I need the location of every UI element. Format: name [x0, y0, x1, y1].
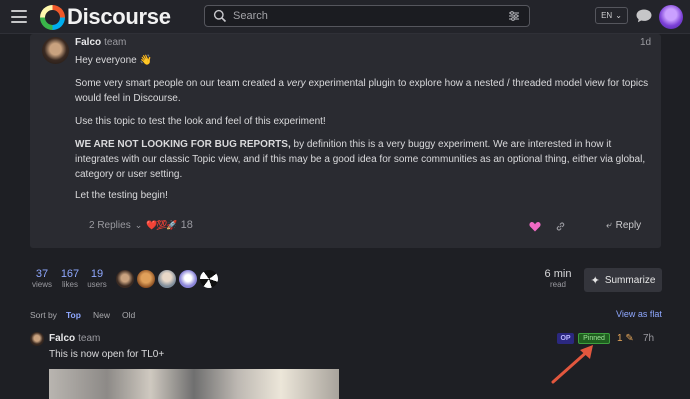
replies-toggle[interactable]: 2 Replies ⌄: [89, 220, 142, 231]
read-time: 6 min read: [541, 268, 575, 289]
sparkle-icon: ✦: [590, 274, 600, 287]
participant-avatar[interactable]: [116, 270, 134, 288]
author-name: Falco: [75, 37, 102, 48]
reply-text: This is now open for TL0+: [49, 349, 165, 360]
search-input[interactable]: [233, 10, 508, 22]
post-paragraph-1: Some very smart people on our team creat…: [75, 76, 655, 106]
copy-link-icon[interactable]: [555, 221, 566, 232]
language-switcher[interactable]: EN ⌄: [595, 7, 628, 24]
sort-option-new[interactable]: New: [93, 310, 110, 320]
hamburger-menu-icon[interactable]: [11, 10, 27, 23]
sort-by-label: Sort by: [30, 310, 57, 320]
discourse-logo-icon: [40, 4, 65, 30]
annotation-arrow-icon: [551, 345, 593, 384]
chevron-down-icon: ⌄: [615, 11, 622, 20]
edit-count[interactable]: 1 ✎: [617, 333, 634, 344]
reply-button[interactable]: ⤶ Reply: [606, 220, 641, 231]
participant-avatar[interactable]: [179, 270, 197, 288]
reply-arrow-icon: ⤶: [606, 220, 612, 231]
likes-label: likes: [61, 280, 78, 289]
participant-avatar[interactable]: [137, 270, 155, 288]
likes-stat[interactable]: 167 likes: [58, 268, 82, 289]
summarize-button[interactable]: ✦ Summarize: [584, 268, 662, 292]
language-label: EN: [601, 11, 613, 20]
reply-author-name: Falco: [49, 333, 76, 344]
reply-date[interactable]: 7h: [643, 333, 654, 344]
post-paragraph-2: Use this topic to test the look and feel…: [75, 116, 326, 127]
post-date[interactable]: 1d: [640, 37, 651, 48]
reactions-count: 18: [180, 219, 193, 231]
site-header: Discourse EN ⌄: [0, 0, 690, 34]
views-label: views: [31, 280, 52, 289]
chevron-down-icon: ⌄: [134, 220, 143, 230]
participant-avatar[interactable]: [200, 270, 218, 288]
para1-start: Some very smart people on our team creat…: [75, 78, 287, 89]
reply-author[interactable]: Falco team: [49, 333, 100, 344]
edit-count-value: 1: [617, 333, 623, 344]
users-stat[interactable]: 19 users: [85, 268, 109, 289]
views-count: 37: [35, 268, 49, 280]
views-stat: 37 views: [31, 268, 53, 289]
post-paragraph-3: WE ARE NOT LOOKING FOR BUG REPORTS, by d…: [75, 137, 655, 182]
reactions-emoji: ❤️💯🚀: [146, 219, 178, 230]
reply-label: Reply: [615, 220, 642, 231]
search-box[interactable]: [204, 5, 530, 27]
participant-avatar[interactable]: [158, 270, 176, 288]
users-count: 19: [90, 268, 104, 280]
likes-count: 167: [60, 268, 80, 280]
pencil-icon: ✎: [625, 333, 634, 344]
sort-option-top[interactable]: Top: [66, 310, 81, 320]
reactions-summary[interactable]: ❤️💯🚀 18: [146, 219, 193, 231]
reply-author-group: team: [78, 333, 101, 344]
reply-image[interactable]: [49, 369, 339, 399]
para3-bold: WE ARE NOT LOOKING FOR BUG REPORTS,: [75, 139, 291, 150]
author-group: team: [104, 37, 127, 48]
post-author-avatar[interactable]: [42, 37, 69, 64]
search-icon: [213, 9, 227, 23]
para1-emphasis: very: [286, 78, 306, 89]
read-time-label: read: [549, 280, 566, 289]
like-heart-icon[interactable]: [529, 221, 541, 232]
post-paragraph-4: Let the testing begin!: [75, 190, 168, 201]
summarize-label: Summarize: [604, 274, 656, 286]
view-as-flat-link[interactable]: View as flat: [616, 309, 662, 319]
site-logo[interactable]: Discourse: [40, 4, 171, 30]
chat-icon[interactable]: [635, 8, 653, 24]
post-greeting: Hey everyone 👋: [75, 55, 152, 66]
read-time-value: 6 min: [544, 268, 572, 280]
post-author[interactable]: Falco team: [75, 37, 126, 48]
replies-label: 2 Replies: [89, 220, 131, 231]
logo-text: Discourse: [67, 4, 171, 29]
users-label: users: [87, 280, 107, 289]
sort-option-old[interactable]: Old: [122, 310, 135, 320]
reply-author-avatar[interactable]: [30, 332, 44, 346]
advanced-search-filter-icon[interactable]: [508, 10, 520, 22]
current-user-avatar[interactable]: [659, 5, 683, 29]
